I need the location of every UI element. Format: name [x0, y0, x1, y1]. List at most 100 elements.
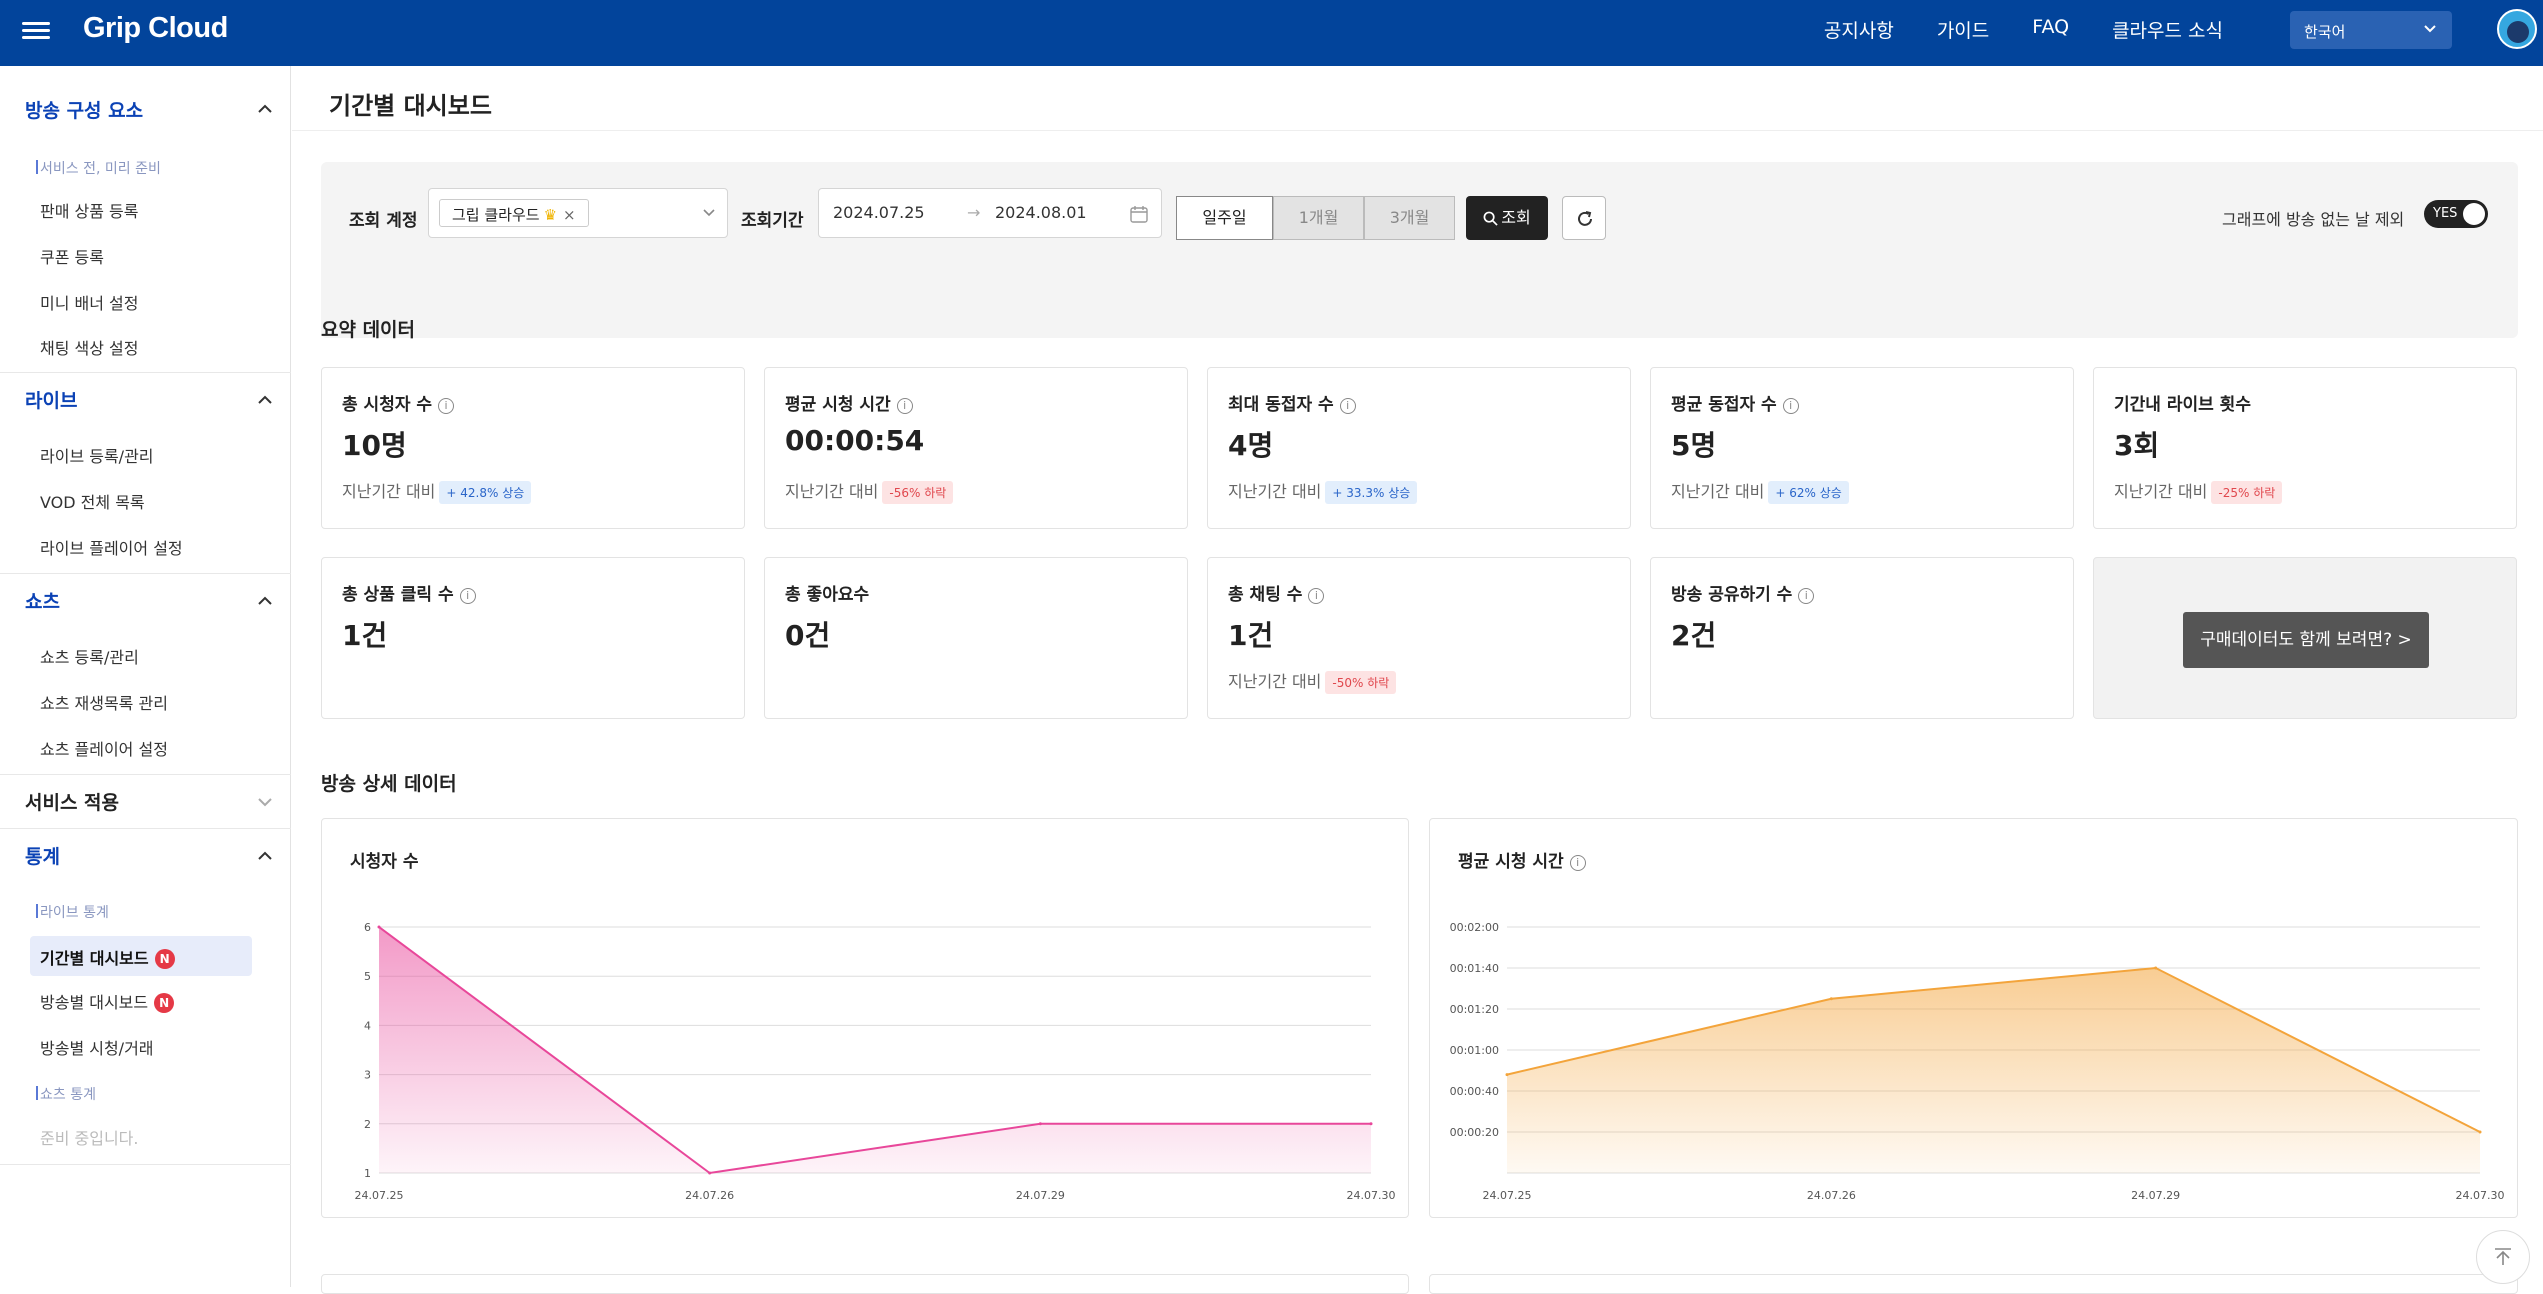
sidebar-item-mini-banner[interactable]: 미니 배너 설정 [40, 290, 139, 314]
refresh-button[interactable] [1562, 196, 1606, 240]
y-tick-label: 00:00:40 [1450, 1085, 1499, 1098]
summary-title: 요약 데이터 [321, 319, 416, 341]
nav-faq[interactable]: FAQ [2032, 16, 2069, 43]
sidebar-item-label: 기간별 대시보드 [40, 949, 149, 968]
menu-icon[interactable] [22, 18, 50, 46]
chart-avg-watch-time: 평균 시청 시간 i 00:00:20 00:00:40 00:01:00 00:01:… [1429, 818, 2518, 1218]
account-select[interactable]: 그립 클라우드 ♛ × [428, 188, 728, 238]
summary-card-avg-watch-time: 평균 시청 시간 i 00:00:54 지난기간 대비 -56% 하락 [764, 367, 1188, 529]
summary-card-avg-concurrent: 평균 동접자 수 i 5명 지난기간 대비 + 62% 상승 [1650, 367, 2074, 529]
chevron-down-icon [703, 209, 715, 217]
change-badge: + 42.8% 상승 [439, 481, 532, 504]
sidebar-item-live-manage[interactable]: 라이브 등록/관리 [40, 443, 154, 467]
info-icon[interactable]: i [896, 398, 913, 414]
card-title: 총 상품 클릭 수 i [342, 580, 476, 605]
exclude-empty-days-toggle[interactable]: YES [2424, 200, 2488, 228]
info-icon[interactable]: i [1782, 398, 1799, 414]
chart-viewers: 시청자 수 1 2 3 4 5 6 24.07.25 24.07.26 24.07.29 24.0… [321, 818, 1409, 1218]
summary-card-max-concurrent: 최대 동접자 수 i 4명 지난기간 대비 + 33.3% 상승 [1207, 367, 1631, 529]
card-value: 2건 [1671, 619, 1717, 652]
nav-notice[interactable]: 공지사항 [1824, 16, 1894, 43]
sidebar-item-coming-soon: 준비 중입니다. [40, 1129, 139, 1148]
series-area [379, 927, 1371, 1173]
sidebar-sub-live-stats: 라이브 통계 [36, 902, 109, 922]
info-icon[interactable]: i [1798, 588, 1815, 604]
info-icon[interactable]: i [1339, 398, 1356, 414]
range-3month-button[interactable]: 3개월 [1364, 196, 1455, 240]
info-icon[interactable]: i [1308, 588, 1325, 604]
card-compare: 지난기간 대비 + 33.3% 상승 [1228, 478, 1418, 504]
exclude-empty-days-label: 그래프에 방송 없는 날 제외 [2222, 210, 2405, 229]
sidebar-item-product[interactable]: 판매 상품 등록 [40, 198, 139, 222]
purchase-data-button[interactable]: 구매데이터도 함께 보려면? > [2183, 612, 2429, 668]
app-logo[interactable]: Grip Cloud [83, 12, 228, 45]
sidebar-item-broadcast-dashboard[interactable]: 방송별 대시보드 N [40, 989, 175, 1013]
change-badge: -56% 하락 [882, 481, 954, 504]
close-icon[interactable]: × [563, 206, 576, 224]
sidebar-item-shorts-player[interactable]: 쇼츠 플레이어 설정 [40, 736, 168, 760]
chevron-up-icon[interactable] [256, 592, 274, 610]
compare-label: 지난기간 대비 [2114, 482, 2208, 501]
info-icon[interactable]: i [459, 588, 476, 604]
x-tick-label: 24.07.30 [1347, 1189, 1396, 1202]
chevron-down-icon[interactable] [256, 793, 274, 811]
period-label: 조회기간 [741, 211, 804, 231]
y-tick-label: 00:02:00 [1450, 921, 1499, 934]
sidebar-item-broadcast-trade[interactable]: 방송별 시청/거래 [40, 1035, 154, 1059]
data-point [1829, 997, 1833, 1001]
card-value: 3회 [2114, 429, 2160, 462]
info-icon[interactable]: i [438, 398, 455, 414]
divider [0, 1164, 291, 1165]
language-value: 한국어 [2304, 23, 2346, 41]
data-point [1505, 1073, 1509, 1077]
nav-cloud-news[interactable]: 클라우드 소식 [2112, 16, 2223, 43]
sidebar-item-shorts-manage[interactable]: 쇼츠 등록/관리 [40, 644, 139, 668]
change-badge: + 33.3% 상승 [1325, 481, 1418, 504]
y-tick-label: 00:01:00 [1450, 1044, 1499, 1057]
watch-time-chart-svg: 00:00:20 00:00:40 00:01:00 00:01:20 00:01:40… [1450, 921, 2505, 1202]
scroll-top-button[interactable] [2476, 1230, 2530, 1284]
sidebar-item-coupon[interactable]: 쿠폰 등록 [40, 244, 104, 268]
card-value: 4명 [1228, 429, 1274, 462]
card-value: 00:00:54 [785, 424, 925, 457]
chevron-up-icon[interactable] [256, 100, 274, 118]
new-badge: N [154, 993, 175, 1013]
data-point [2154, 966, 2158, 970]
chevron-down-icon [2424, 25, 2436, 33]
range-week-button[interactable]: 일주일 [1176, 196, 1273, 240]
range-month-button[interactable]: 1개월 [1273, 196, 1364, 240]
language-select[interactable]: 한국어 [2290, 11, 2452, 49]
sidebar-section-shorts[interactable]: 쇼츠 [25, 587, 60, 614]
card-value: 5명 [1671, 429, 1717, 462]
avatar[interactable] [2497, 9, 2537, 49]
card-title-text: 방송 공유하기 수 [1671, 585, 1793, 605]
card-compare: 지난기간 대비 + 62% 상승 [1671, 478, 1849, 504]
y-tick-label: 6 [364, 921, 371, 934]
sidebar-item-chat-color[interactable]: 채팅 색상 설정 [40, 335, 139, 359]
card-title-text: 총 시청자 수 [342, 395, 433, 415]
card-title: 평균 시청 시간 i [785, 390, 913, 415]
sidebar-item-shorts-playlist[interactable]: 쇼츠 재생목록 관리 [40, 690, 168, 714]
sidebar-section-stats[interactable]: 통계 [25, 842, 60, 869]
compare-label: 지난기간 대비 [1671, 482, 1765, 501]
sidebar-item-live-player[interactable]: 라이브 플레이어 설정 [40, 535, 183, 559]
sidebar-section-live[interactable]: 라이브 [25, 386, 77, 413]
card-title: 방송 공유하기 수 i [1671, 580, 1815, 605]
sidebar-item-period-dashboard[interactable]: 기간별 대시보드 N [30, 936, 252, 976]
sidebar-section-broadcast[interactable]: 방송 구성 요소 [25, 96, 143, 123]
data-point [1038, 1122, 1042, 1126]
account-chip-label: 그립 클라우드 [452, 206, 540, 224]
y-tick-label: 00:00:20 [1450, 1126, 1499, 1139]
sidebar-item-vod-list[interactable]: VOD 전체 목록 [40, 489, 145, 513]
summary-card-likes: 총 좋아요수 0건 [764, 557, 1188, 719]
search-button[interactable]: 조회 [1466, 196, 1548, 240]
calendar-icon [1130, 206, 1148, 223]
nav-guide[interactable]: 가이드 [1937, 16, 1989, 43]
chevron-up-icon[interactable] [256, 391, 274, 409]
change-badge: -50% 하락 [1325, 671, 1397, 694]
crown-icon: ♛ [543, 206, 558, 224]
sidebar-section-service[interactable]: 서비스 적용 [25, 788, 119, 815]
date-range-picker[interactable]: 2024.07.25 → 2024.08.01 [818, 188, 1162, 238]
chevron-up-icon[interactable] [256, 847, 274, 865]
purchase-data-promo: 구매데이터도 함께 보려면? > [2093, 557, 2517, 719]
